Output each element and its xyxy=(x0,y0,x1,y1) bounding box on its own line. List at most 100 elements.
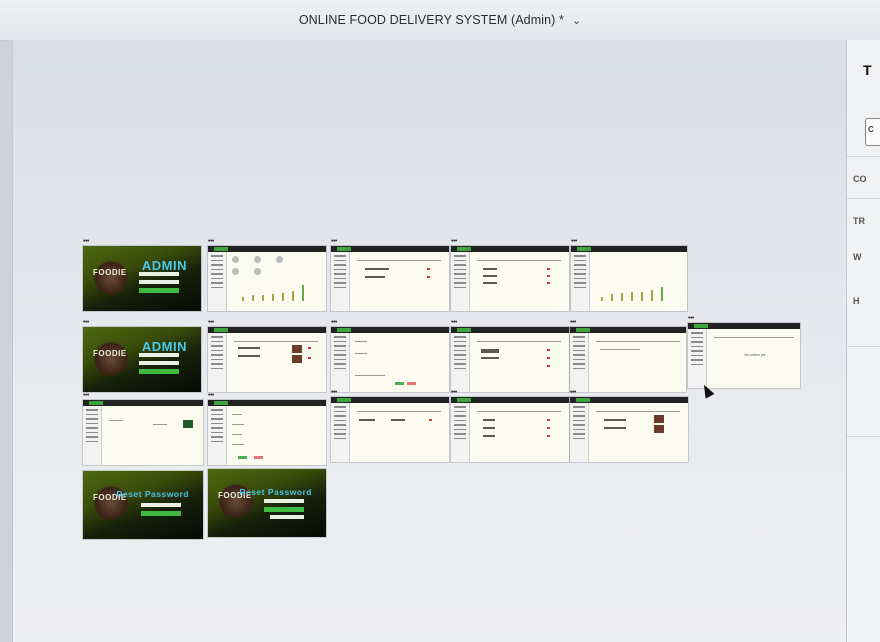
form-input xyxy=(355,375,385,376)
delete-icon xyxy=(547,435,550,437)
table-header-line xyxy=(234,341,318,342)
cancel-button xyxy=(254,456,263,459)
frame-preview xyxy=(208,400,326,465)
app-logo xyxy=(457,398,471,402)
frame-edit-form[interactable]: ••• xyxy=(208,392,326,465)
frame-reset-password[interactable]: FOODIE Reset Password xyxy=(83,471,203,539)
logo-image xyxy=(93,341,129,377)
app-sidebar xyxy=(570,403,589,462)
document-title: ONLINE FOOD DELIVERY SYSTEM (Admin) * xyxy=(298,13,564,27)
frame-orders[interactable]: ••• xyxy=(451,319,569,392)
app-logo xyxy=(337,247,351,251)
delete-icon xyxy=(547,282,550,284)
panel-divider xyxy=(847,156,880,157)
table-header-line xyxy=(477,411,561,412)
save-button xyxy=(238,456,247,459)
panel-item-height[interactable]: H xyxy=(853,296,860,306)
frame-preview xyxy=(451,327,569,392)
app-logo xyxy=(89,401,103,405)
table-row xyxy=(483,435,495,437)
app-sidebar xyxy=(83,406,102,465)
panel-item-width[interactable]: W xyxy=(853,252,862,262)
panel-divider xyxy=(847,436,880,437)
app-sidebar xyxy=(451,252,470,311)
frame-reports[interactable]: ••• xyxy=(571,238,687,311)
login-button xyxy=(139,369,179,374)
frame-preview: No orders yet xyxy=(688,323,800,388)
stat-icon xyxy=(232,268,239,275)
frame-preview xyxy=(83,400,203,465)
frame-preview: FOODIE Reset Password xyxy=(208,469,326,537)
table-row xyxy=(481,357,499,359)
chart-bar xyxy=(661,287,663,301)
frame-list-a[interactable]: ••• xyxy=(331,238,449,311)
panel-divider xyxy=(847,198,880,199)
frame-preview xyxy=(451,397,569,462)
delete-icon xyxy=(427,276,430,278)
app-logo xyxy=(214,247,228,251)
login-button xyxy=(139,288,179,293)
frame-empty-orders[interactable]: ••• No orders yet xyxy=(688,315,800,388)
frame-admin-login[interactable]: ••• FOODIE ADMIN xyxy=(83,238,201,311)
app-sidebar xyxy=(208,252,227,311)
app-logo xyxy=(457,247,471,251)
frame-dashboard[interactable]: ••• xyxy=(208,238,326,311)
delete-icon xyxy=(308,347,311,349)
detail-label xyxy=(109,420,123,421)
table-header-line xyxy=(357,411,441,412)
frame-label: ••• xyxy=(451,319,457,326)
frame-form[interactable]: ••• xyxy=(331,319,449,392)
panel-item-transition[interactable]: TR xyxy=(853,216,865,226)
app-logo xyxy=(576,398,590,402)
chart-bar xyxy=(631,292,633,301)
empty-list-text: No orders yet xyxy=(744,353,766,357)
panel-divider xyxy=(847,346,880,347)
frame-preview: FOODIE Reset Password xyxy=(83,471,203,539)
frame-preview: FOODIE ADMIN xyxy=(83,327,201,392)
frame-table-d[interactable]: ••• xyxy=(451,389,569,462)
chart-bar xyxy=(302,285,304,301)
stat-icon xyxy=(254,256,261,263)
frame-label: ••• xyxy=(688,315,694,322)
app-sidebar xyxy=(331,252,350,311)
frame-cart[interactable]: ••• xyxy=(570,389,688,462)
frame-label: ••• xyxy=(331,238,337,245)
frame-label: ••• xyxy=(331,389,337,396)
table-row xyxy=(481,349,499,353)
frame-detail[interactable]: ••• xyxy=(83,392,203,465)
table-header-line xyxy=(596,341,680,342)
panel-thumbnail-label: C xyxy=(868,125,874,134)
frame-label: ••• xyxy=(208,238,214,245)
frame-users[interactable]: ••• xyxy=(570,319,686,392)
reset-heading: Reset Password xyxy=(116,489,189,499)
panel-thumbnail[interactable]: C xyxy=(865,118,880,146)
frame-label: ••• xyxy=(208,392,214,399)
brand-text: FOODIE xyxy=(93,349,127,358)
chart-bar xyxy=(651,290,653,301)
frame-table-c[interactable]: ••• xyxy=(331,389,449,462)
app-sidebar xyxy=(331,333,350,392)
frame-menu-items[interactable]: ••• xyxy=(208,319,326,392)
frame-label: ••• xyxy=(83,319,89,326)
password-field xyxy=(139,361,179,365)
frame-label: ••• xyxy=(83,238,89,245)
chart-bar xyxy=(601,297,603,301)
reset-button xyxy=(141,511,181,516)
frame-list-b[interactable]: ••• xyxy=(451,238,569,311)
chevron-down-icon[interactable]: ⌄ xyxy=(572,14,581,27)
frame-preview: FOODIE ADMIN xyxy=(83,246,201,311)
frame-admin-login-2[interactable]: ••• FOODIE ADMIN xyxy=(83,319,201,392)
table-row xyxy=(600,349,640,350)
panel-item-content[interactable]: CO xyxy=(853,174,867,184)
app-logo xyxy=(577,247,591,251)
table-row xyxy=(238,355,260,357)
chart-bar xyxy=(252,295,254,301)
username-field xyxy=(139,272,179,276)
table-header-line xyxy=(596,411,680,412)
stat-icon xyxy=(254,268,261,275)
frame-preview xyxy=(208,246,326,311)
reset-heading: Reset Password xyxy=(239,487,312,497)
properties-panel: T C CO TR W H xyxy=(846,40,880,642)
frame-reset-password-2[interactable]: FOODIE Reset Password xyxy=(208,469,326,537)
table-header-line xyxy=(714,337,794,338)
